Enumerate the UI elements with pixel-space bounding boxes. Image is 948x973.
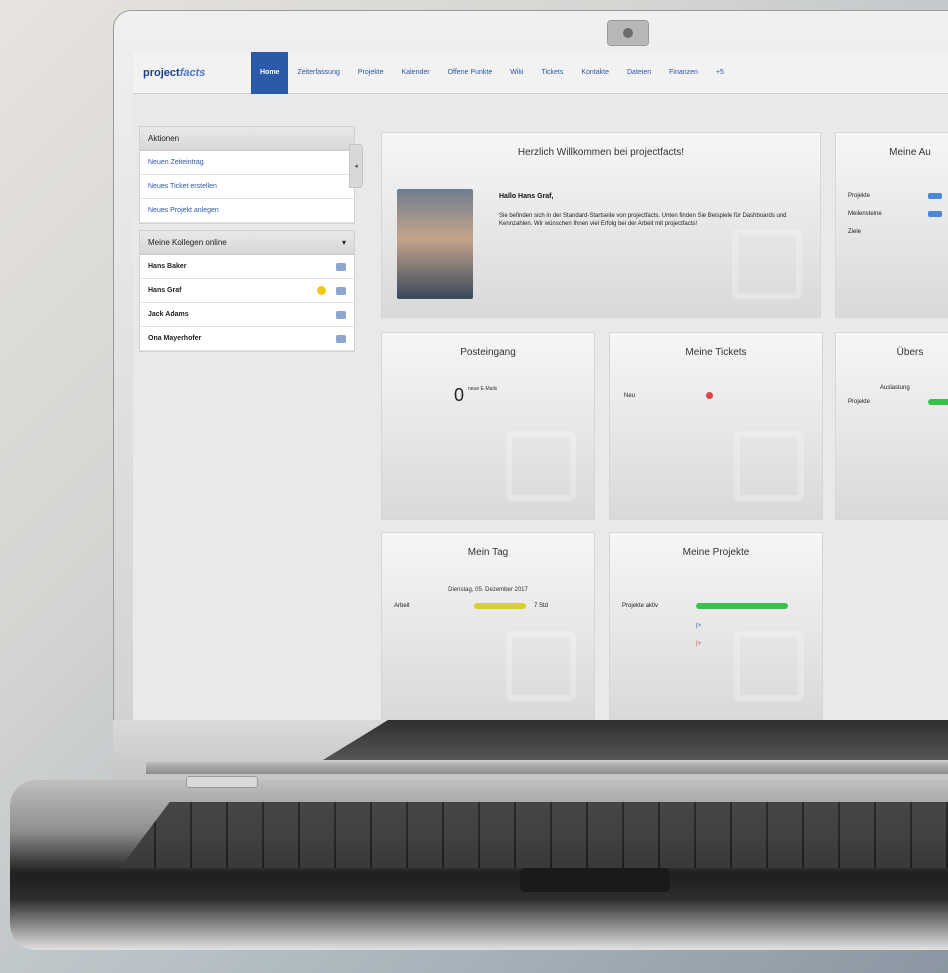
checkmark-icon	[734, 431, 804, 501]
app-screen: project facts Home Zeiterfassung Projekte…	[133, 52, 948, 720]
my-day-date: Dienstag, 05. Dezember 2017	[448, 587, 528, 593]
tasks-row-bar	[928, 193, 942, 199]
message-icon[interactable]	[336, 310, 346, 319]
colleagues-title: Meine Kollegen online	[148, 238, 227, 247]
keyboard	[120, 802, 948, 868]
my-day-row-label: Arbeit	[394, 603, 410, 609]
tasks-row-label: Projekte	[848, 193, 871, 199]
colleague-status	[317, 286, 346, 295]
tab-tickets[interactable]: Tickets	[532, 52, 572, 94]
colleague-name: Hans Baker	[148, 263, 187, 270]
ticket-status-icon	[706, 392, 713, 399]
projects-progress-bar	[696, 603, 788, 609]
top-nav-bar: project facts Home Zeiterfassung Projekte…	[133, 52, 948, 94]
tab-kalender[interactable]: Kalender	[393, 52, 439, 94]
main-nav: Home Zeiterfassung Projekte Kalender Off…	[251, 52, 733, 94]
my-day-progress-bar	[474, 603, 526, 609]
tasks-row-label: Meilensteine	[848, 211, 882, 217]
tab-finanzen[interactable]: Finanzen	[660, 52, 707, 94]
trackpad	[520, 868, 670, 892]
overview-title: Übers	[896, 347, 924, 358]
colleague-row[interactable]: Hans Baker	[140, 255, 354, 279]
tasks-title: Meine Au	[889, 147, 931, 158]
my-projects-card: Meine Projekte Projekte aktiv |> |>	[609, 532, 823, 720]
tab-home[interactable]: Home	[251, 52, 289, 94]
welcome-greeting: Hallo Hans Graf,	[499, 193, 554, 200]
sidebar-collapse-handle[interactable]: ◂	[349, 144, 363, 188]
colleague-name: Jack Adams	[148, 311, 189, 318]
user-avatar	[397, 189, 473, 299]
tasks-row-bar	[928, 211, 942, 217]
projects-extra: |>	[696, 623, 702, 629]
actions-title: Aktionen	[140, 127, 354, 151]
hinge	[146, 762, 948, 774]
collapse-arrow-icon[interactable]: ▾	[342, 238, 346, 247]
tickets-card: Meine Tickets Neu	[609, 332, 823, 520]
folder-icon	[734, 631, 804, 701]
action-item[interactable]: Neues Ticket erstellen	[140, 175, 354, 199]
envelope-icon	[506, 431, 576, 501]
message-icon[interactable]	[336, 286, 346, 295]
inbox-card: Posteingang 0 neue E-Mails	[381, 332, 595, 520]
my-day-title: Mein Tag	[467, 547, 509, 558]
welcome-card: Herzlich Willkommen bei projectfacts! Ha…	[381, 132, 821, 318]
welcome-title: Herzlich Willkommen bei projectfacts!	[517, 147, 685, 158]
tab-more[interactable]: +5	[707, 52, 733, 94]
my-day-row-value: 7 Std	[534, 603, 549, 609]
colleagues-header[interactable]: Meine Kollegen online ▾	[140, 231, 354, 255]
action-item[interactable]: Neuen Zeiteintrag	[140, 151, 354, 175]
colleagues-panel: Meine Kollegen online ▾ Hans Baker Hans …	[139, 230, 355, 352]
clock-icon	[506, 631, 576, 701]
chevron-left-icon: ◂	[354, 163, 358, 170]
status-icon	[317, 286, 326, 295]
welcome-text: Sie befinden sich in der Standard-Starts…	[499, 213, 787, 227]
tasks-row-label: Ziele	[848, 229, 862, 235]
tab-dateien[interactable]: Dateien	[618, 52, 660, 94]
message-icon[interactable]	[336, 334, 346, 343]
tab-kontakte[interactable]: Kontakte	[572, 52, 618, 94]
colleague-name: Ona Mayerhofer	[148, 335, 202, 342]
overview-card: Übers Auslastung Projekte	[835, 332, 948, 520]
home-icon	[732, 229, 802, 299]
projects-extra: |>	[696, 641, 702, 647]
latch	[186, 776, 258, 788]
my-day-card: Mein Tag Dienstag, 05. Dezember 2017 Arb…	[381, 532, 595, 720]
tab-zeiterfassung[interactable]: Zeiterfassung	[288, 52, 348, 94]
inbox-title: Posteingang	[460, 347, 516, 358]
sidebar: Aktionen Neuen Zeiteintrag Neues Ticket …	[139, 126, 355, 358]
tab-offene-punkte[interactable]: Offene Punkte	[439, 52, 502, 94]
tab-projekte[interactable]: Projekte	[349, 52, 393, 94]
brand-part1: project	[143, 66, 180, 79]
colleague-row[interactable]: Hans Graf	[140, 279, 354, 303]
inbox-count: 0	[454, 385, 465, 405]
tickets-title: Meine Tickets	[685, 347, 747, 358]
tab-wiki[interactable]: Wiki	[501, 52, 532, 94]
overview-bar	[928, 399, 948, 405]
colleague-row[interactable]: Ona Mayerhofer	[140, 327, 354, 351]
ticket-status-label: Neu	[624, 393, 636, 399]
overview-row-label: Projekte	[848, 399, 871, 405]
my-projects-title: Meine Projekte	[682, 547, 750, 558]
overview-subtitle: Auslastung	[880, 385, 910, 391]
brand-logo[interactable]: project facts	[133, 52, 251, 94]
brand-part2: facts	[179, 66, 206, 79]
colleague-row[interactable]: Jack Adams	[140, 303, 354, 327]
colleague-name: Hans Graf	[148, 287, 182, 294]
actions-panel: Aktionen Neuen Zeiteintrag Neues Ticket …	[139, 126, 355, 224]
webcam-icon	[607, 20, 649, 46]
message-icon[interactable]	[336, 262, 346, 271]
tasks-card: Meine Au Projekte Meilensteine Ziele	[835, 132, 948, 318]
action-item[interactable]: Neues Projekt anlegen	[140, 199, 354, 223]
inbox-caption: neue E-Mails	[468, 386, 498, 392]
projects-row-label: Projekte aktiv	[622, 603, 659, 609]
ticket-row[interactable]: Neu	[624, 392, 804, 399]
